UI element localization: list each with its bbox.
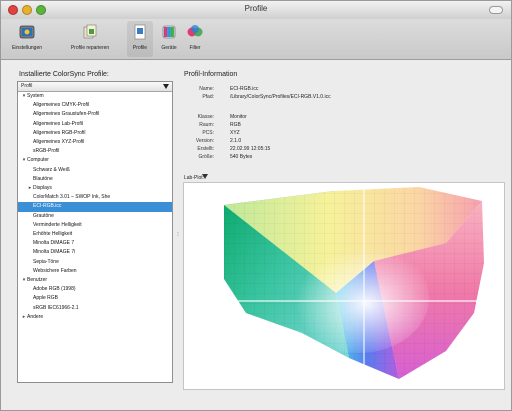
info-label: PCS: (202, 130, 214, 136)
list-item[interactable]: Minolta DiMAGE 7 (18, 239, 172, 248)
info-label: Klasse: (197, 114, 214, 120)
toolbar: Einstellungen Profile reparieren Profile (1, 19, 511, 60)
list-item[interactable]: Grautöne (18, 212, 172, 221)
list-group-row[interactable]: ▸ Displays (18, 184, 172, 193)
list-item[interactable]: sRGB IEC61966-2.1 (18, 304, 172, 313)
info-label: Version: (195, 138, 214, 144)
list-item[interactable]: Blautöne (18, 175, 172, 184)
toolbar-item-repair[interactable]: Profile reparieren (61, 21, 119, 57)
list-item-label: Verminderte Helligkeit (33, 221, 82, 228)
list-header[interactable]: Profil (18, 82, 172, 92)
toolbar-label: Profile reparieren (70, 45, 110, 51)
title-bar[interactable]: Profile (1, 1, 511, 20)
list-item-label: Erhöhte Helligkeit (33, 231, 73, 237)
list-item-label: Allgemeines XYZ-Profil (33, 139, 85, 145)
list-item[interactable]: ColorMatch 3.01 – SWOP Ink, She (18, 193, 172, 202)
list-item[interactable]: Schwarz & Weiß (18, 166, 172, 175)
list-item-label: Websichere Farben (33, 267, 77, 274)
list-item[interactable]: Allgemeines Graustufen-Profil (18, 110, 172, 119)
splitter-handle[interactable]: ⁝ (177, 231, 179, 238)
filter-icon (187, 25, 203, 37)
window-title: Profile (244, 4, 268, 13)
list-item-label: Apple RGB (33, 295, 59, 302)
toolbar-item-filter[interactable]: Filter (183, 21, 207, 57)
profile-list[interactable]: Profil ▾ System Allgemeines CMYK-Profil All… (17, 81, 173, 383)
list-item-label: Displays (33, 185, 52, 191)
list-item[interactable]: Adobe RGB (1998) (18, 285, 172, 294)
list-item-label: Allgemeines CMYK-Profil (33, 102, 90, 109)
list-item-label: Computer (27, 157, 49, 164)
info-value: XYZ (230, 130, 240, 136)
toolbar-toggle-button[interactable] (489, 6, 503, 14)
installed-profiles-title: Installierte ColorSync Profile: (19, 71, 109, 78)
list-group-row[interactable]: ▸ Andere (18, 313, 172, 322)
devices-icon (162, 25, 176, 39)
list-item-label: Blautöne (33, 175, 53, 182)
list-item-label: sRGB IEC61966-2.1 (33, 304, 79, 311)
list-group-row[interactable]: ▾ Benutzer (18, 276, 172, 285)
list-item[interactable]: Allgemeines RGB-Profil (18, 129, 172, 138)
list-item-label: Andere (27, 313, 44, 320)
list-item[interactable]: Allgemeines Lab-Profil (18, 120, 172, 129)
list-item[interactable]: Websichere Farben (18, 267, 172, 276)
lab-gamut-plot (184, 183, 504, 389)
toolbar-item-settings[interactable]: Einstellungen (5, 21, 49, 57)
info-value: 22.02.99 12:05:15 (230, 146, 271, 152)
list-item[interactable]: sRGB-Profil (18, 147, 172, 156)
profile-info-title: Profil-Information (184, 71, 238, 78)
list-item-label: Minolta DiMAGE 7 (33, 240, 75, 247)
list-item-label: Schwarz & Weiß (33, 166, 70, 173)
chevron-down-icon (202, 174, 208, 179)
profile-info: Name: ECI-RGB.icc Pfad: /Library/ColorSy… (184, 81, 504, 181)
list-item[interactable]: Allgemeines CMYK-Profil (18, 101, 172, 110)
info-value: /Library/ColorSync/Profiles/ECI-RGB.V1.0… (230, 94, 331, 100)
toolbar-label: Geräte (161, 45, 177, 51)
toolbar-label: Filter (189, 45, 201, 51)
list-item[interactable]: Sepia-Töne (18, 258, 172, 267)
info-value: 2.1.0 (230, 138, 242, 144)
list-item[interactable]: ECI-RGB.icc (18, 202, 172, 212)
info-value: RGB (230, 122, 241, 128)
list-item-label: Adobe RGB (1998) (33, 286, 76, 293)
info-label: Pfad: (202, 94, 214, 100)
toolbar-item-profile[interactable]: Profile (127, 21, 153, 57)
list-group-row[interactable]: ▾ System (18, 92, 172, 101)
settings-icon (19, 25, 35, 39)
info-value: ECI-RGB.icc (230, 86, 259, 92)
list-group-row[interactable]: ▾ Computer (18, 156, 172, 165)
list-item-label: Allgemeines RGB-Profil (33, 129, 86, 136)
list-item-label: Allgemeines Lab-Profil (33, 120, 84, 127)
list-item[interactable]: Minolta DiMAGE 7i (18, 248, 172, 257)
profile-window: Profile Einstellungen Profile reparieren (0, 0, 512, 411)
list-item-label: ECI-RGB.icc (33, 203, 62, 210)
lab-plot[interactable] (183, 182, 505, 390)
profile-icon (134, 24, 146, 40)
list-item[interactable]: Erhöhte Helligkeit (18, 230, 172, 239)
list-item[interactable]: Verminderte Helligkeit (18, 221, 172, 230)
list-item-label: Benutzer (27, 277, 48, 283)
info-value: Monitor (230, 114, 247, 120)
list-item-label: System (27, 93, 44, 99)
list-item-label: Minolta DiMAGE 7i (33, 249, 76, 256)
info-label: Größe: (198, 154, 214, 160)
list-item-label: Allgemeines Graustufen-Profil (33, 111, 100, 118)
info-label: Erstellt: (197, 146, 214, 152)
info-value: 540 Bytes (230, 154, 253, 160)
list-item-label: ColorMatch 3.01 – SWOP Ink, She (33, 194, 111, 201)
list-item-label: sRGB-Profil (33, 148, 60, 155)
info-label: Raum: (199, 122, 214, 128)
toolbar-label: Profile (132, 45, 148, 51)
lab-plot-menu[interactable] (201, 173, 217, 181)
list-item-label: Grautöne (33, 212, 54, 219)
toolbar-label: Einstellungen (11, 45, 43, 51)
toolbar-item-devices[interactable]: Geräte (155, 21, 183, 57)
list-item[interactable]: Allgemeines XYZ-Profil (18, 138, 172, 147)
list-item[interactable]: Apple RGB (18, 294, 172, 303)
repair-icon (83, 24, 97, 39)
info-label: Name: (199, 86, 214, 92)
list-header-label: Profil (21, 83, 33, 89)
list-item-label: Sepia-Töne (33, 258, 59, 265)
